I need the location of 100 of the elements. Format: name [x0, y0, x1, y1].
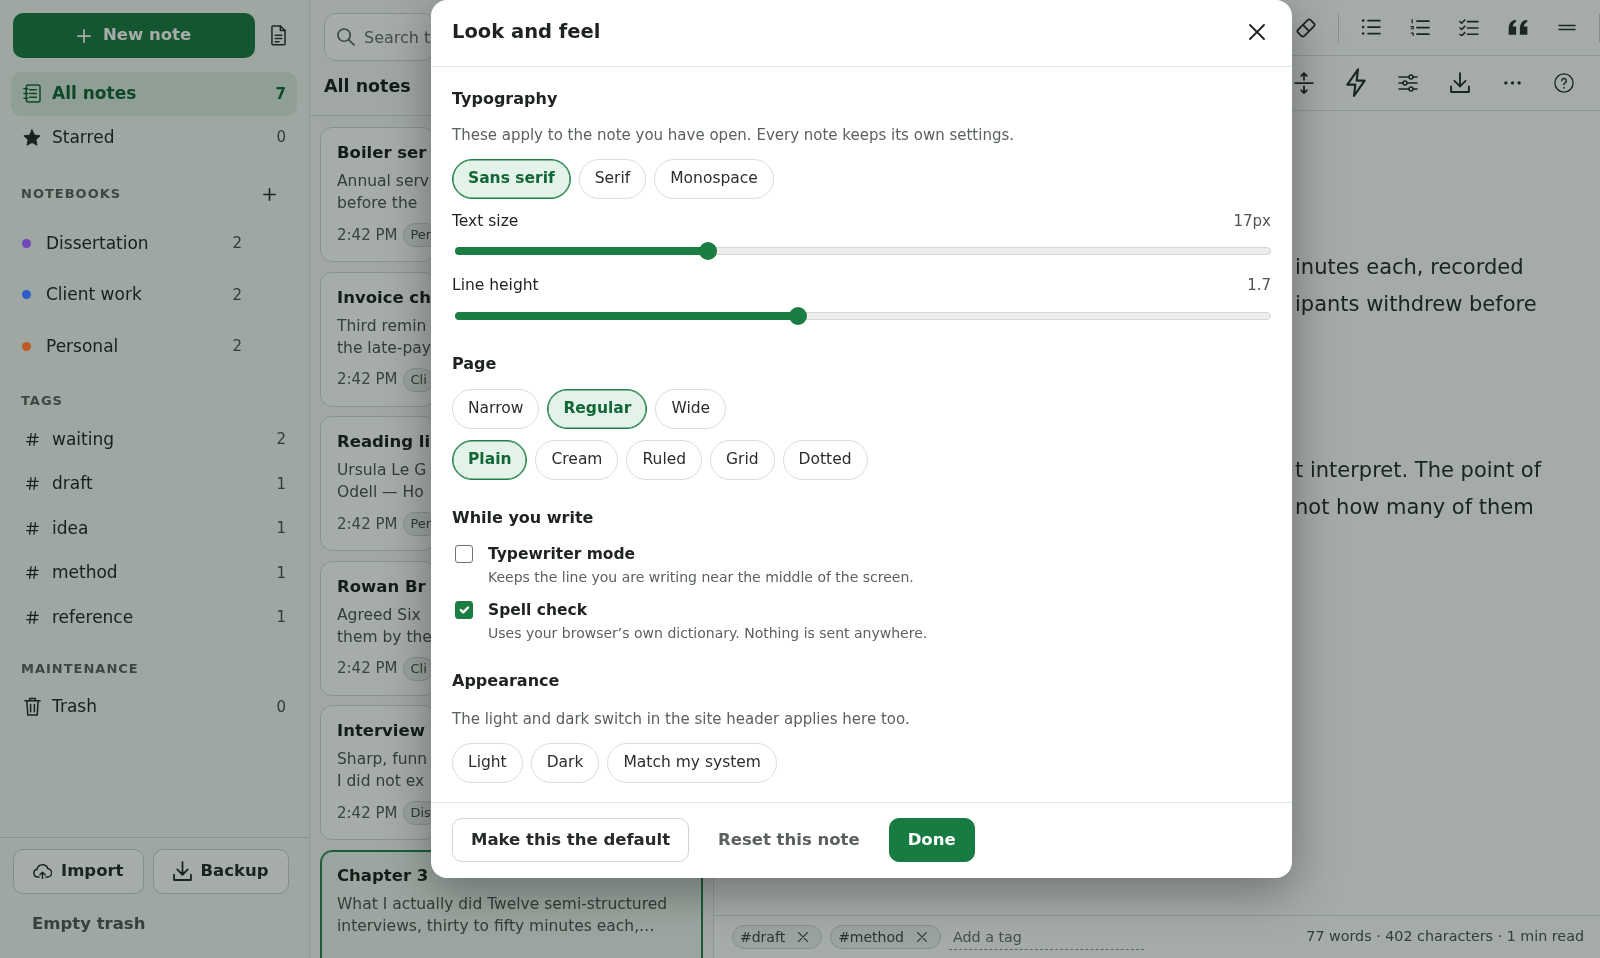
- slider-track[interactable]: [455, 241, 1271, 261]
- checkbox[interactable]: [455, 601, 473, 619]
- paper-option[interactable]: Cream: [535, 440, 619, 480]
- tag-item[interactable]: idea 1: [11, 506, 297, 551]
- note-title: Chapter 3: [337, 864, 429, 887]
- item-count: 1: [276, 607, 286, 628]
- item-count: 7: [275, 83, 286, 105]
- note-stats: 77 words · 402 characters · 1 min read: [1306, 927, 1584, 947]
- notebook-item[interactable]: Personal 2: [11, 320, 297, 372]
- note-title: Interview: [337, 720, 425, 742]
- option-hint: Uses your browser’s own dictionary. Nothing is sent anywhere.: [488, 624, 928, 643]
- download-icon: [1450, 72, 1470, 94]
- section-heading: Page: [452, 353, 498, 375]
- tag-item[interactable]: method 1: [11, 550, 297, 595]
- slider-label: Line height: [452, 275, 539, 296]
- option-hint: Keeps the line you are writing near the middle of the screen.: [488, 568, 914, 587]
- section-heading: MAINTENANCE: [20, 659, 140, 678]
- sidebar-item[interactable]: All notes 7: [11, 72, 297, 116]
- backup-button[interactable]: Backup: [152, 849, 289, 894]
- note-time: 2:42 PM: [337, 658, 398, 680]
- plus-icon: [262, 187, 276, 201]
- quote-icon: [1508, 19, 1528, 36]
- section-heading: Typography: [452, 88, 559, 110]
- note-paragraph: inutes each, recorded ipants withdrew before: [1295, 254, 1537, 318]
- plus-icon: [76, 28, 91, 43]
- option-label: Typewriter mode: [488, 544, 637, 565]
- close-icon: [916, 932, 927, 942]
- width-option[interactable]: Wide: [655, 389, 727, 429]
- note-preview: Annual serv before the: [337, 171, 429, 214]
- paper-option[interactable]: Ruled: [626, 440, 703, 480]
- help-icon: [1554, 73, 1574, 93]
- import-button[interactable]: Import: [13, 849, 144, 894]
- width-option[interactable]: Regular: [547, 389, 648, 429]
- theme-option[interactable]: Match my system: [607, 743, 777, 783]
- slider-thumb[interactable]: [788, 307, 807, 325]
- download-icon: [172, 861, 192, 882]
- tag-item[interactable]: waiting 2: [11, 417, 297, 462]
- tag-input[interactable]: Add a tag: [948, 924, 1144, 950]
- search-icon: [337, 28, 355, 46]
- notebook-tag: Cli: [403, 367, 434, 392]
- theme-option[interactable]: Light: [452, 743, 523, 783]
- done-button[interactable]: Done: [888, 818, 975, 862]
- hash-icon: [25, 477, 39, 491]
- slider-reading: 1.7: [1247, 275, 1271, 296]
- notebook-item[interactable]: Client work 2: [11, 269, 297, 321]
- tag-item[interactable]: reference 1: [11, 595, 297, 640]
- item-count: 2: [232, 336, 242, 357]
- note-preview: What I actually did Twelve semi-structured interviews, thirty to fifty minutes each,…: [337, 893, 668, 937]
- star-icon: [23, 128, 41, 146]
- notebook-item[interactable]: Dissertation 2: [11, 217, 297, 269]
- section-heading: While you write: [452, 507, 595, 529]
- slider-track[interactable]: [455, 306, 1271, 326]
- make-default-button[interactable]: Make this the default: [452, 818, 690, 862]
- font-option[interactable]: Serif: [578, 159, 647, 199]
- item-count: 2: [276, 429, 286, 450]
- notes-list-icon: [23, 84, 41, 104]
- hash-icon: [25, 610, 39, 624]
- trash-item[interactable]: Trash 0: [11, 684, 297, 729]
- close-icon: [1249, 23, 1265, 40]
- width-option[interactable]: Narrow: [452, 389, 540, 429]
- checklist-icon: [1459, 18, 1479, 37]
- paper-option[interactable]: Grid: [710, 440, 775, 480]
- numbered-list-icon: [1410, 18, 1430, 37]
- close-icon: [798, 932, 809, 942]
- section-description: These apply to the note you have open. Every note keeps its own settings.: [452, 125, 1015, 146]
- note-time: 2:42 PM: [337, 224, 398, 246]
- sidebar-item[interactable]: Starred 0: [11, 115, 297, 159]
- note-preview: Agreed Six them by the: [337, 604, 432, 648]
- paper-option[interactable]: Plain: [452, 440, 528, 480]
- hash-icon: [25, 566, 39, 580]
- section-heading: NOTEBOOKS: [21, 185, 122, 203]
- item-count: 2: [232, 284, 242, 306]
- hash-icon: [25, 432, 39, 446]
- empty-trash-button[interactable]: Empty trash: [13, 913, 165, 935]
- lightning-icon: [1346, 68, 1366, 98]
- section-heading: TAGS: [20, 392, 64, 410]
- sliders-icon: [1398, 74, 1418, 92]
- document-icon: [270, 25, 286, 46]
- checkbox[interactable]: [455, 545, 473, 563]
- theme-option[interactable]: Dark: [530, 743, 600, 783]
- tag-item[interactable]: draft 1: [11, 461, 297, 506]
- note-preview: Third remin the late-pay: [337, 315, 431, 359]
- note-time: 2:42 PM: [337, 513, 398, 535]
- slider-reading: 17px: [1233, 211, 1271, 232]
- note-title: Boiler ser: [337, 142, 427, 164]
- bullet-list-icon: [1361, 19, 1381, 36]
- slider-label: Text size: [452, 211, 519, 232]
- notebook-tag: Cli: [403, 656, 434, 681]
- tag-label: #draft: [740, 927, 786, 947]
- note-time: 2:42 PM: [337, 802, 398, 824]
- note-preview: Ursula Le G Odell — Ho: [337, 460, 427, 503]
- note-title: Rowan Br: [337, 575, 426, 598]
- slider-thumb[interactable]: [698, 242, 717, 260]
- font-option[interactable]: Monospace: [654, 159, 774, 199]
- font-option[interactable]: Sans serif: [452, 159, 571, 199]
- item-count: 0: [276, 696, 286, 718]
- list-title: All notes: [324, 75, 411, 98]
- new-note-button[interactable]: New note: [13, 13, 255, 58]
- paper-option[interactable]: Dotted: [782, 440, 868, 480]
- item-count: 1: [276, 562, 286, 584]
